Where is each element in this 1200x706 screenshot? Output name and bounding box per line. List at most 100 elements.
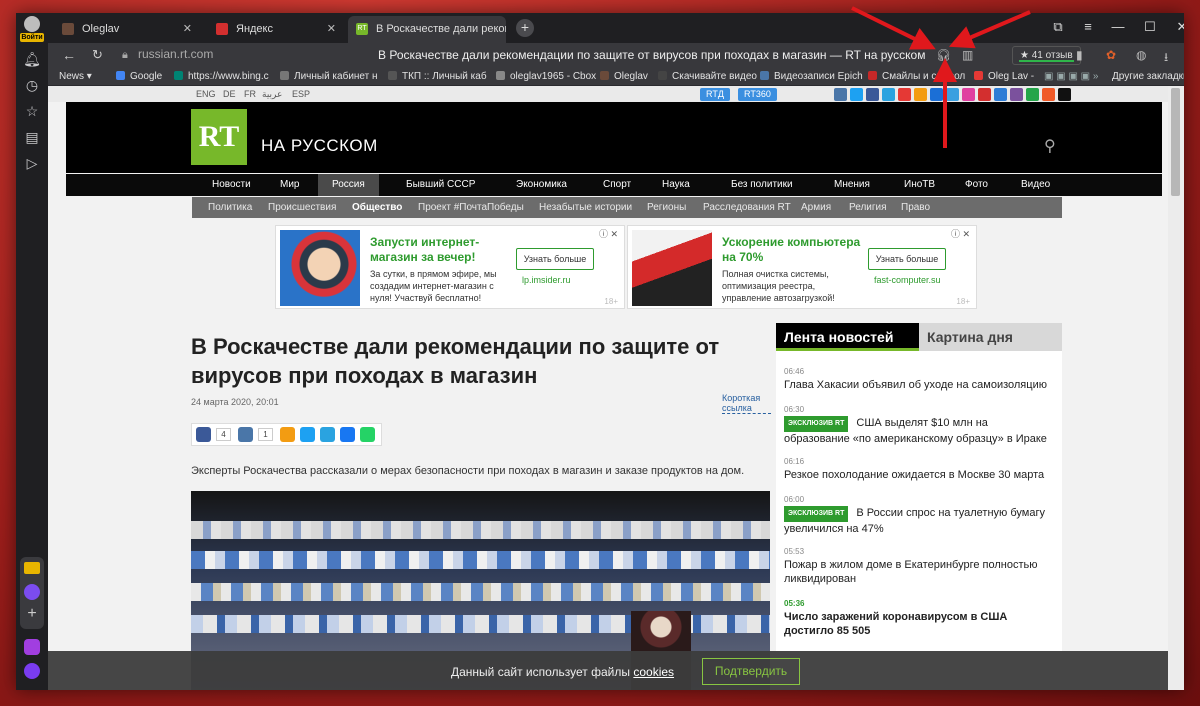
subnav-item[interactable]: Религия: [849, 202, 887, 213]
bookmark-oleglav[interactable]: Oleglav: [600, 71, 648, 82]
subnav-item[interactable]: Политика: [208, 202, 252, 213]
subnav-item[interactable]: Регионы: [647, 202, 686, 213]
subnav-item[interactable]: Проект #ПочтаПобеды: [418, 202, 524, 213]
flipboard-icon[interactable]: [978, 88, 991, 101]
news-item[interactable]: 06:00 ЭКСКЛЮЗИВ RT В России спрос на туал…: [784, 495, 1054, 536]
subnav-item[interactable]: Происшествия: [268, 202, 336, 213]
maximize-icon[interactable]: ☐: [1140, 19, 1160, 35]
nav-item[interactable]: Спорт: [603, 179, 631, 190]
bookmark-other[interactable]: Другие закладки: [1112, 71, 1184, 82]
subnav-item[interactable]: Незабытые истории: [539, 202, 632, 213]
whatsapp-share-icon[interactable]: [360, 427, 375, 442]
bookmark-cabinet[interactable]: Личный кабинет н: [280, 71, 378, 82]
tab-picture-of-day[interactable]: Картина дня: [919, 323, 1062, 351]
news-title[interactable]: Глава Хакасии объявил об уходе на самоиз…: [784, 378, 1054, 392]
site-reviews-button[interactable]: ★ 41 отзыв: [1012, 46, 1081, 65]
bookmark-google[interactable]: Google: [116, 71, 162, 82]
messenger-share-icon[interactable]: [340, 427, 355, 442]
lang-fr[interactable]: FR: [244, 89, 256, 99]
nav-item[interactable]: Видео: [1021, 179, 1050, 190]
telegram-share-icon[interactable]: [320, 427, 335, 442]
alice-icon[interactable]: [24, 663, 40, 679]
history-icon[interactable]: ◷: [22, 75, 42, 95]
back-icon[interactable]: ←: [62, 47, 76, 63]
ok-icon[interactable]: [914, 88, 927, 101]
bookmark-video[interactable]: Скачивайте видео: [658, 71, 757, 82]
nav-item[interactable]: ИноТВ: [904, 179, 935, 190]
news-item[interactable]: 06:30 ЭКСКЛЮЗИВ RT США выделят $10 млн на…: [784, 405, 1054, 446]
bookmark-youtube[interactable]: Oleg Lav -: [974, 71, 1034, 82]
news-title[interactable]: Пожар в жилом доме в Екатеринбурге полно…: [784, 558, 1054, 586]
scrollbar-thumb[interactable]: [1171, 88, 1180, 196]
collections-icon[interactable]: ▤: [22, 127, 42, 147]
bell-icon[interactable]: 🔔︎: [22, 49, 42, 69]
music-icon[interactable]: [24, 639, 40, 655]
tab-rt-article[interactable]: RT В Роскачестве дали рекомендаци: [348, 16, 506, 43]
livejournal-icon[interactable]: [930, 88, 943, 101]
bookmark-more-icons[interactable]: ▣ ▣ ▣ ▣ »: [1044, 71, 1098, 82]
mail-icon[interactable]: [24, 562, 40, 574]
twitter-icon[interactable]: [850, 88, 863, 101]
ad-close-icon[interactable]: ⓘ ✕: [951, 227, 970, 240]
ad-domain[interactable]: lp.imsider.ru: [522, 275, 571, 285]
tab-oleglav[interactable]: Oleglav ✕: [54, 16, 200, 43]
reader-mode-icon[interactable]: ▥: [962, 48, 973, 62]
bookmark-vk[interactable]: Видеозаписи Epich: [760, 71, 863, 82]
bookmark-news[interactable]: News ▾: [59, 71, 92, 82]
nav-item[interactable]: Наука: [662, 179, 690, 190]
minimize-icon[interactable]: —: [1108, 19, 1128, 34]
star-icon[interactable]: ☆: [22, 101, 42, 121]
rss-icon[interactable]: [1042, 88, 1055, 101]
youtube-icon[interactable]: [898, 88, 911, 101]
vk-icon[interactable]: [834, 88, 847, 101]
subnav-item[interactable]: Армия: [801, 202, 831, 213]
downloads-icon[interactable]: ⭳: [1164, 48, 1168, 69]
cookies-link[interactable]: cookies: [633, 665, 674, 679]
news-item[interactable]: 06:16 Резкое похолодание ожидается в Мос…: [784, 457, 1054, 482]
vk-share-icon[interactable]: [238, 427, 253, 442]
zen-icon[interactable]: [946, 88, 959, 101]
close-window-icon[interactable]: ✕: [1172, 19, 1184, 35]
tiktok-icon[interactable]: [1058, 88, 1071, 101]
url-field[interactable]: russian.rt.com: [138, 47, 213, 61]
news-title[interactable]: Резкое похолодание ожидается в Москве 30…: [784, 468, 1054, 482]
lang-eng[interactable]: ENG: [196, 89, 216, 99]
telegram-icon[interactable]: [882, 88, 895, 101]
tabs-menu-icon[interactable]: ⧉: [1048, 19, 1068, 35]
menu-icon[interactable]: ≡: [1078, 19, 1098, 34]
ad-title[interactable]: Запусти интернет-магазин за вечер!: [370, 235, 520, 265]
rt-logo[interactable]: RT: [191, 109, 247, 165]
lang-ar[interactable]: عربية: [262, 89, 282, 100]
lock-icon[interactable]: 🔒︎: [122, 49, 128, 62]
phone-icon[interactable]: [1026, 88, 1039, 101]
bookmark-bing[interactable]: https://www.bing.c: [174, 71, 269, 82]
nav-item[interactable]: Экономика: [516, 179, 567, 190]
ad-banner[interactable]: Ускорение компьютера на 70% Полная очист…: [627, 225, 977, 309]
ad-title[interactable]: Ускорение компьютера на 70%: [722, 235, 872, 265]
rtd-link[interactable]: RTД: [700, 88, 730, 101]
facebook-share-icon[interactable]: [196, 427, 211, 442]
new-tab-button[interactable]: +: [516, 19, 534, 37]
nav-item[interactable]: Новости: [212, 179, 251, 190]
bookmark-icon[interactable]: ▮: [1076, 48, 1083, 62]
login-button[interactable]: Войти: [20, 16, 44, 44]
bookmark-cbox[interactable]: oleglav1965 - Cbox: [496, 71, 596, 82]
confirm-cookies-button[interactable]: Подтвердить: [702, 658, 800, 685]
twitter-share-icon[interactable]: [300, 427, 315, 442]
instagram-icon[interactable]: [962, 88, 975, 101]
news-title-wrap[interactable]: ЭКСКЛЮЗИВ RT В России спрос на туалетную …: [784, 506, 1054, 536]
close-icon[interactable]: ✕: [327, 16, 336, 43]
ad-close-icon[interactable]: ⓘ ✕: [599, 227, 618, 240]
page-scrollbar[interactable]: [1168, 86, 1184, 690]
close-icon[interactable]: ✕: [183, 16, 192, 43]
facebook-icon[interactable]: [866, 88, 879, 101]
play-icon[interactable]: ▷: [22, 153, 42, 173]
globe-icon[interactable]: ◍: [1136, 48, 1146, 62]
news-title-wrap[interactable]: ЭКСКЛЮЗИВ RT США выделят $10 млн на образ…: [784, 416, 1054, 446]
ok-share-icon[interactable]: [280, 427, 295, 442]
ad-banner[interactable]: Запусти интернет-магазин за вечер! За су…: [275, 225, 625, 309]
extension-icon[interactable]: ✿: [1106, 48, 1116, 62]
add-app-icon[interactable]: +: [24, 606, 40, 622]
ad-domain[interactable]: fast-computer.su: [874, 275, 941, 285]
subnav-item[interactable]: Право: [901, 202, 930, 213]
